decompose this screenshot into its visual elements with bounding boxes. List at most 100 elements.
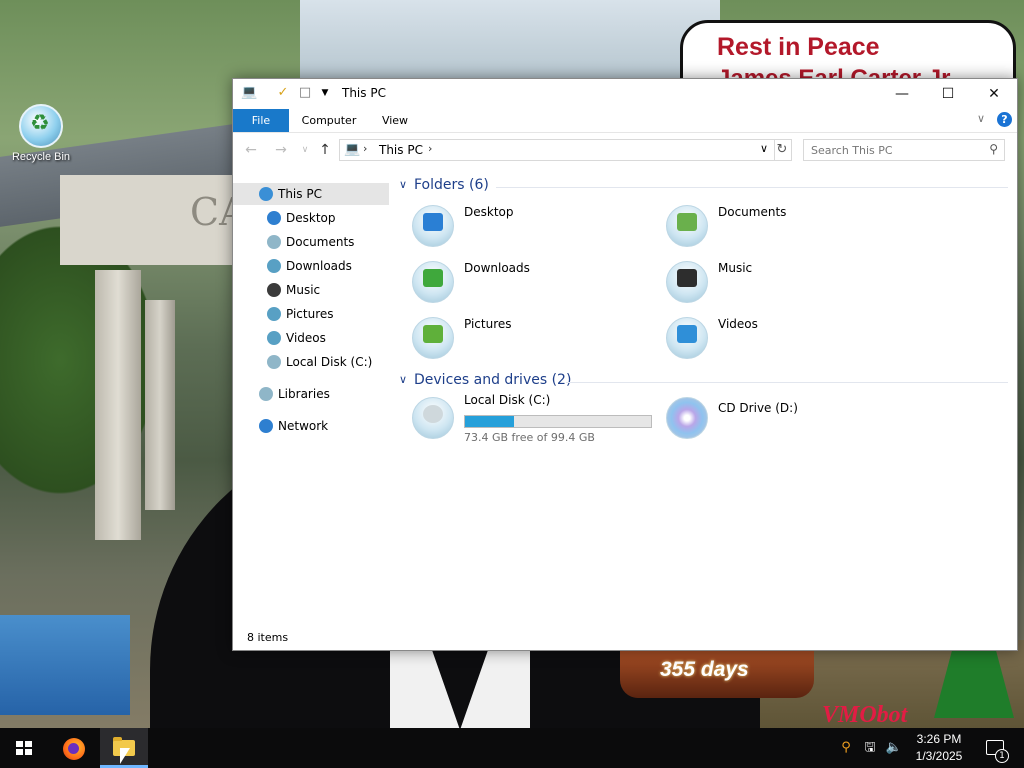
drive-usage-fill [465,416,514,427]
network-icon [259,419,273,433]
title-bar[interactable]: 💻 ✓ □ ▼ This PC — ☐ ✕ [233,79,1017,109]
minimize-button[interactable]: — [879,79,925,109]
breadcrumb-separator[interactable]: › [428,142,432,155]
sidebar-item-label: This PC [278,187,322,201]
sidebar-item-documents[interactable]: Documents [233,231,389,253]
sidebar-item-label: Local Disk (C:) [286,355,373,369]
tab-view[interactable]: View [373,109,417,132]
sidebar-item-this-pc[interactable]: This PC [233,183,389,205]
folder-label: Documents [718,205,787,219]
sidebar-item-pictures[interactable]: Pictures [233,303,389,325]
sidebar-item-label: Music [286,283,321,297]
memorial-banner: Rest in Peace James Earl Carter Jr. [680,20,1016,92]
divider [566,382,1008,383]
folder-downloads[interactable]: Downloads [396,257,636,307]
volume-muted-icon[interactable]: 🔈 [884,728,904,768]
window-title: This PC [342,86,386,100]
sidebar-item-label: Documents [286,235,355,249]
properties-icon[interactable]: ✓ [275,85,291,101]
local-disk-icon [267,355,281,369]
divider [496,187,1008,188]
content-pane: ∨ Folders (6) Desktop Documents Downloads M… [396,177,1008,617]
folder-videos[interactable]: Videos [650,313,890,363]
downloads-icon [267,259,281,273]
sidebar-item-videos[interactable]: Videos [233,327,389,349]
up-button[interactable]: ↑ [315,140,335,160]
start-button[interactable] [0,728,48,768]
videos-icon [267,331,281,345]
sidebar-item-music[interactable]: Music [233,279,389,301]
drives-group-label: Devices and drives (2) [414,372,572,388]
sidebar-item-label: Desktop [286,211,336,225]
taskbar: ⚲ 🖫 🔈 3:26 PM 1/3/2025 1 [0,728,1024,768]
navigation-bar: ← → ∨ ↑ 💻 › This PC › ∨ ↻ ⚲ [233,135,1017,165]
firefox-icon [63,738,85,760]
customize-dropdown[interactable]: ▼ [317,85,333,101]
this-pc-icon: 💻 [344,142,361,157]
days-counter: 355 days [660,658,749,681]
drive-local-disk[interactable]: Local Disk (C:) 73.4 GB free of 99.4 GB [396,393,666,444]
address-dropdown-icon[interactable]: ∨ [760,142,768,155]
windows-logo-icon [16,741,32,755]
chevron-down-icon: ∨ [399,178,408,191]
tab-file[interactable]: File [233,109,289,132]
clock-date: 1/3/2025 [915,749,963,763]
music-folder-icon [666,261,708,303]
drives-group-header[interactable]: ∨ Devices and drives (2) [396,372,1008,392]
expand-ribbon-icon[interactable]: ∨ [977,112,985,125]
documents-folder-icon [666,205,708,247]
folder-music[interactable]: Music [650,257,890,307]
refresh-button[interactable]: ↻ [773,139,792,161]
folder-label: Pictures [464,317,512,331]
close-button[interactable]: ✕ [971,79,1017,109]
folder-pictures[interactable]: Pictures [396,313,636,363]
recycle-bin-shortcut[interactable]: Recycle Bin [6,104,76,163]
sidebar-item-downloads[interactable]: Downloads [233,255,389,277]
music-icon [267,283,281,297]
ribbon: File Computer View ∨ ? [233,109,1017,133]
search-box[interactable]: ⚲ [803,139,1005,161]
tab-computer[interactable]: Computer [295,109,363,132]
clock-time: 3:26 PM [916,732,962,746]
sidebar-item-desktop[interactable]: Desktop [233,207,389,229]
back-button[interactable]: ← [241,140,261,160]
sidebar-item-label: Videos [286,331,326,345]
sidebar-item-network[interactable]: Network [233,415,389,437]
sidebar-item-label: Libraries [278,387,330,401]
search-input[interactable] [804,140,988,160]
help-icon[interactable]: ? [997,112,1012,127]
folders-group-header[interactable]: ∨ Folders (6) [396,177,1008,197]
system-clock[interactable]: 3:26 PM 1/3/2025 [904,731,974,765]
sidebar-item-local-disk-c[interactable]: Local Disk (C:) [233,351,389,373]
search-tray-icon[interactable]: ⚲ [836,728,856,768]
folder-documents[interactable]: Documents [650,201,890,251]
maximize-button[interactable]: ☐ [925,79,971,109]
drive-label: Local Disk (C:) [464,393,551,407]
mouse-cursor-icon [120,748,130,764]
desktop-icon [267,211,281,225]
address-bar[interactable]: 💻 › This PC › ∨ [339,139,775,161]
folder-glyph [677,325,697,343]
this-pc-icon[interactable]: 💻 [241,85,257,101]
this-pc-icon [259,187,273,201]
breadcrumb-separator[interactable]: › [363,142,367,155]
folder-desktop[interactable]: Desktop [396,201,636,251]
recycle-bin-label: Recycle Bin [11,151,71,163]
new-folder-icon[interactable]: □ [297,85,313,101]
videos-folder-icon [666,317,708,359]
sidebar-item-label: Downloads [286,259,352,273]
cd-drive-icon [666,397,708,439]
desktop-folder-icon [412,205,454,247]
network-icon[interactable]: 🖫 [860,728,880,768]
drive-cd[interactable]: CD Drive (D:) [650,393,890,443]
action-center-button[interactable]: 1 [980,728,1024,768]
banner-line-1: Rest in Peace [717,33,880,61]
breadcrumb-this-pc[interactable]: This PC [379,143,423,157]
firefox-taskbar-button[interactable] [50,728,98,768]
wallpaper-column [95,270,141,540]
recent-locations-icon[interactable]: ∨ [295,140,315,160]
folder-glyph [423,269,443,287]
sidebar-item-libraries[interactable]: Libraries [233,383,389,405]
forward-button[interactable]: → [271,140,291,160]
folder-glyph [677,269,697,287]
